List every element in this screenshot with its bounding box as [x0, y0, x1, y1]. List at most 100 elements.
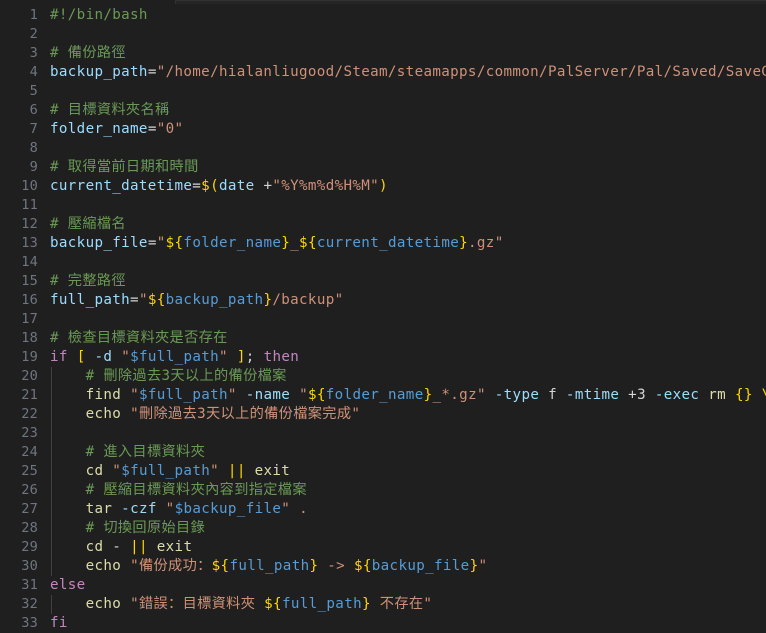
- code-line[interactable]: 8: [0, 139, 766, 158]
- code-token: # 完整路徑: [50, 273, 126, 289]
- code-token: echo: [85, 406, 122, 422]
- code-line[interactable]: 29 cd - || exit: [0, 538, 766, 557]
- line-content: # 檢查目標資料夾是否存在: [50, 329, 228, 348]
- code-token: echo: [85, 558, 122, 574]
- code-line[interactable]: 25 cd "$full_path" || exit: [0, 462, 766, 481]
- code-token: folder_name: [325, 387, 424, 403]
- code-line[interactable]: 10 current_datetime=$(date +"%Y%m%d%H%M"): [0, 177, 766, 196]
- code-token: # 壓縮目標資料夾內容到指定檔案: [85, 482, 307, 498]
- line-number: 12: [21, 216, 38, 232]
- code-line[interactable]: 30 echo "備份成功：${full_path} -> ${backup_f…: [0, 557, 766, 576]
- line-content: echo "錯誤：目標資料夾 ${full_path} 不存在": [50, 595, 432, 614]
- line-content: # 取得當前日期和時間: [50, 158, 199, 177]
- code-line[interactable]: 32 echo "錯誤：目標資料夾 ${full_path} 不存在": [0, 595, 766, 614]
- line-content: # 壓縮目標資料夾內容到指定檔案: [50, 481, 307, 500]
- code-token: +: [254, 178, 273, 194]
- line-content: echo "備份成功：${full_path} -> ${backup_file…: [50, 557, 487, 576]
- line-content: #!/bin/bash: [50, 6, 148, 25]
- code-token: .: [299, 501, 308, 517]
- code-line[interactable]: 17: [0, 310, 766, 329]
- line-number: 6: [29, 102, 38, 118]
- code-token: backup_path: [165, 292, 264, 308]
- line-content: backup_path="/home/hialanliugood/Steam/s…: [50, 63, 766, 82]
- code-line[interactable]: 9 # 取得當前日期和時間: [0, 158, 766, 177]
- code-line[interactable]: 31 else: [0, 576, 766, 595]
- code-token: /backup": [272, 292, 344, 308]
- code-token: ": [478, 558, 488, 574]
- code-line[interactable]: 2: [0, 25, 766, 44]
- code-line[interactable]: 23: [0, 424, 766, 443]
- code-token: backup_file: [50, 235, 148, 251]
- line-content: # 備份路徑: [50, 44, 126, 63]
- line-number: 20: [21, 368, 38, 384]
- code-line[interactable]: 5: [0, 82, 766, 101]
- code-line[interactable]: 27 tar -czf "$backup_file" .: [0, 500, 766, 519]
- code-token: # 刪除過去3天以上的備份檔案: [85, 368, 287, 384]
- code-token: current_datetime: [50, 178, 193, 194]
- code-line[interactable]: 16 full_path="${backup_path}/backup": [0, 291, 766, 310]
- code-token: then: [263, 349, 300, 365]
- code-token: =: [130, 292, 139, 308]
- code-line[interactable]: 6 # 目標資料夾名稱: [0, 101, 766, 120]
- code-line[interactable]: 20 # 刪除過去3天以上的備份檔案: [0, 367, 766, 386]
- code-line[interactable]: 33 fi: [0, 614, 766, 633]
- code-line[interactable]: 22 echo "刪除過去3天以上的備份檔案完成": [0, 405, 766, 424]
- code-line[interactable]: 3 # 備份路徑: [0, 44, 766, 63]
- code-line[interactable]: 7 folder_name="0": [0, 120, 766, 139]
- code-token: # 取得當前日期和時間: [50, 159, 199, 175]
- code-token: 不存在": [370, 596, 433, 612]
- code-line[interactable]: 21 find "$full_path" -name "${folder_nam…: [0, 386, 766, 405]
- code-token: current_datetime: [316, 235, 460, 251]
- code-line[interactable]: 18 # 檢查目標資料夾是否存在: [0, 329, 766, 348]
- line-number: 17: [21, 311, 38, 327]
- code-line[interactable]: 4 backup_path="/home/hialanliugood/Steam/…: [0, 63, 766, 82]
- code-token: -type: [494, 387, 540, 403]
- code-line[interactable]: 13 backup_file="${folder_name}_${current_…: [0, 234, 766, 253]
- code-line[interactable]: 28 # 切換回原始目錄: [0, 519, 766, 538]
- code-token: ${: [264, 596, 282, 612]
- code-editor[interactable]: 1 #!/bin/bash 2 3 # 備份路徑 4 backup_path="/home/…: [0, 0, 766, 633]
- line-number: 14: [21, 254, 38, 270]
- code-line[interactable]: 14: [0, 253, 766, 272]
- line-content: folder_name="0": [50, 120, 183, 139]
- code-token: echo: [85, 596, 122, 612]
- code-token: _*.gz": [432, 387, 486, 403]
- line-number: 18: [21, 330, 38, 346]
- code-token: ": [210, 463, 220, 479]
- code-token: cd: [85, 463, 104, 479]
- code-token: ": [227, 387, 237, 403]
- code-token: [: [76, 349, 86, 365]
- line-content: echo "刪除過去3天以上的備份檔案完成": [50, 405, 360, 424]
- code-line[interactable]: 15 # 完整路徑: [0, 272, 766, 291]
- line-content: tar -czf "$backup_file" .: [50, 500, 308, 519]
- line-number: 16: [21, 292, 38, 308]
- code-line[interactable]: 11: [0, 196, 766, 215]
- code-token: backup_path: [50, 64, 148, 80]
- code-line[interactable]: 24 # 進入目標資料夾: [0, 443, 766, 462]
- code-lines-container[interactable]: 1 #!/bin/bash 2 3 # 備份路徑 4 backup_path="/home/…: [0, 6, 766, 633]
- line-number: 28: [21, 520, 38, 536]
- code-token: ": [138, 292, 148, 308]
- code-token: $backup_file: [174, 501, 282, 517]
- code-line[interactable]: 26 # 壓縮目標資料夾內容到指定檔案: [0, 481, 766, 500]
- line-number: 27: [21, 501, 38, 517]
- code-token: ->: [318, 558, 354, 574]
- code-line[interactable]: 12 # 壓縮檔名: [0, 215, 766, 234]
- code-token: }: [281, 235, 291, 251]
- line-content: # 壓縮檔名: [50, 215, 126, 234]
- line-number: 4: [29, 64, 38, 80]
- code-line[interactable]: 19 if [ -d "$full_path" ]; then: [0, 348, 766, 367]
- code-line[interactable]: 1 #!/bin/bash: [0, 6, 766, 25]
- code-token: +3: [619, 387, 655, 403]
